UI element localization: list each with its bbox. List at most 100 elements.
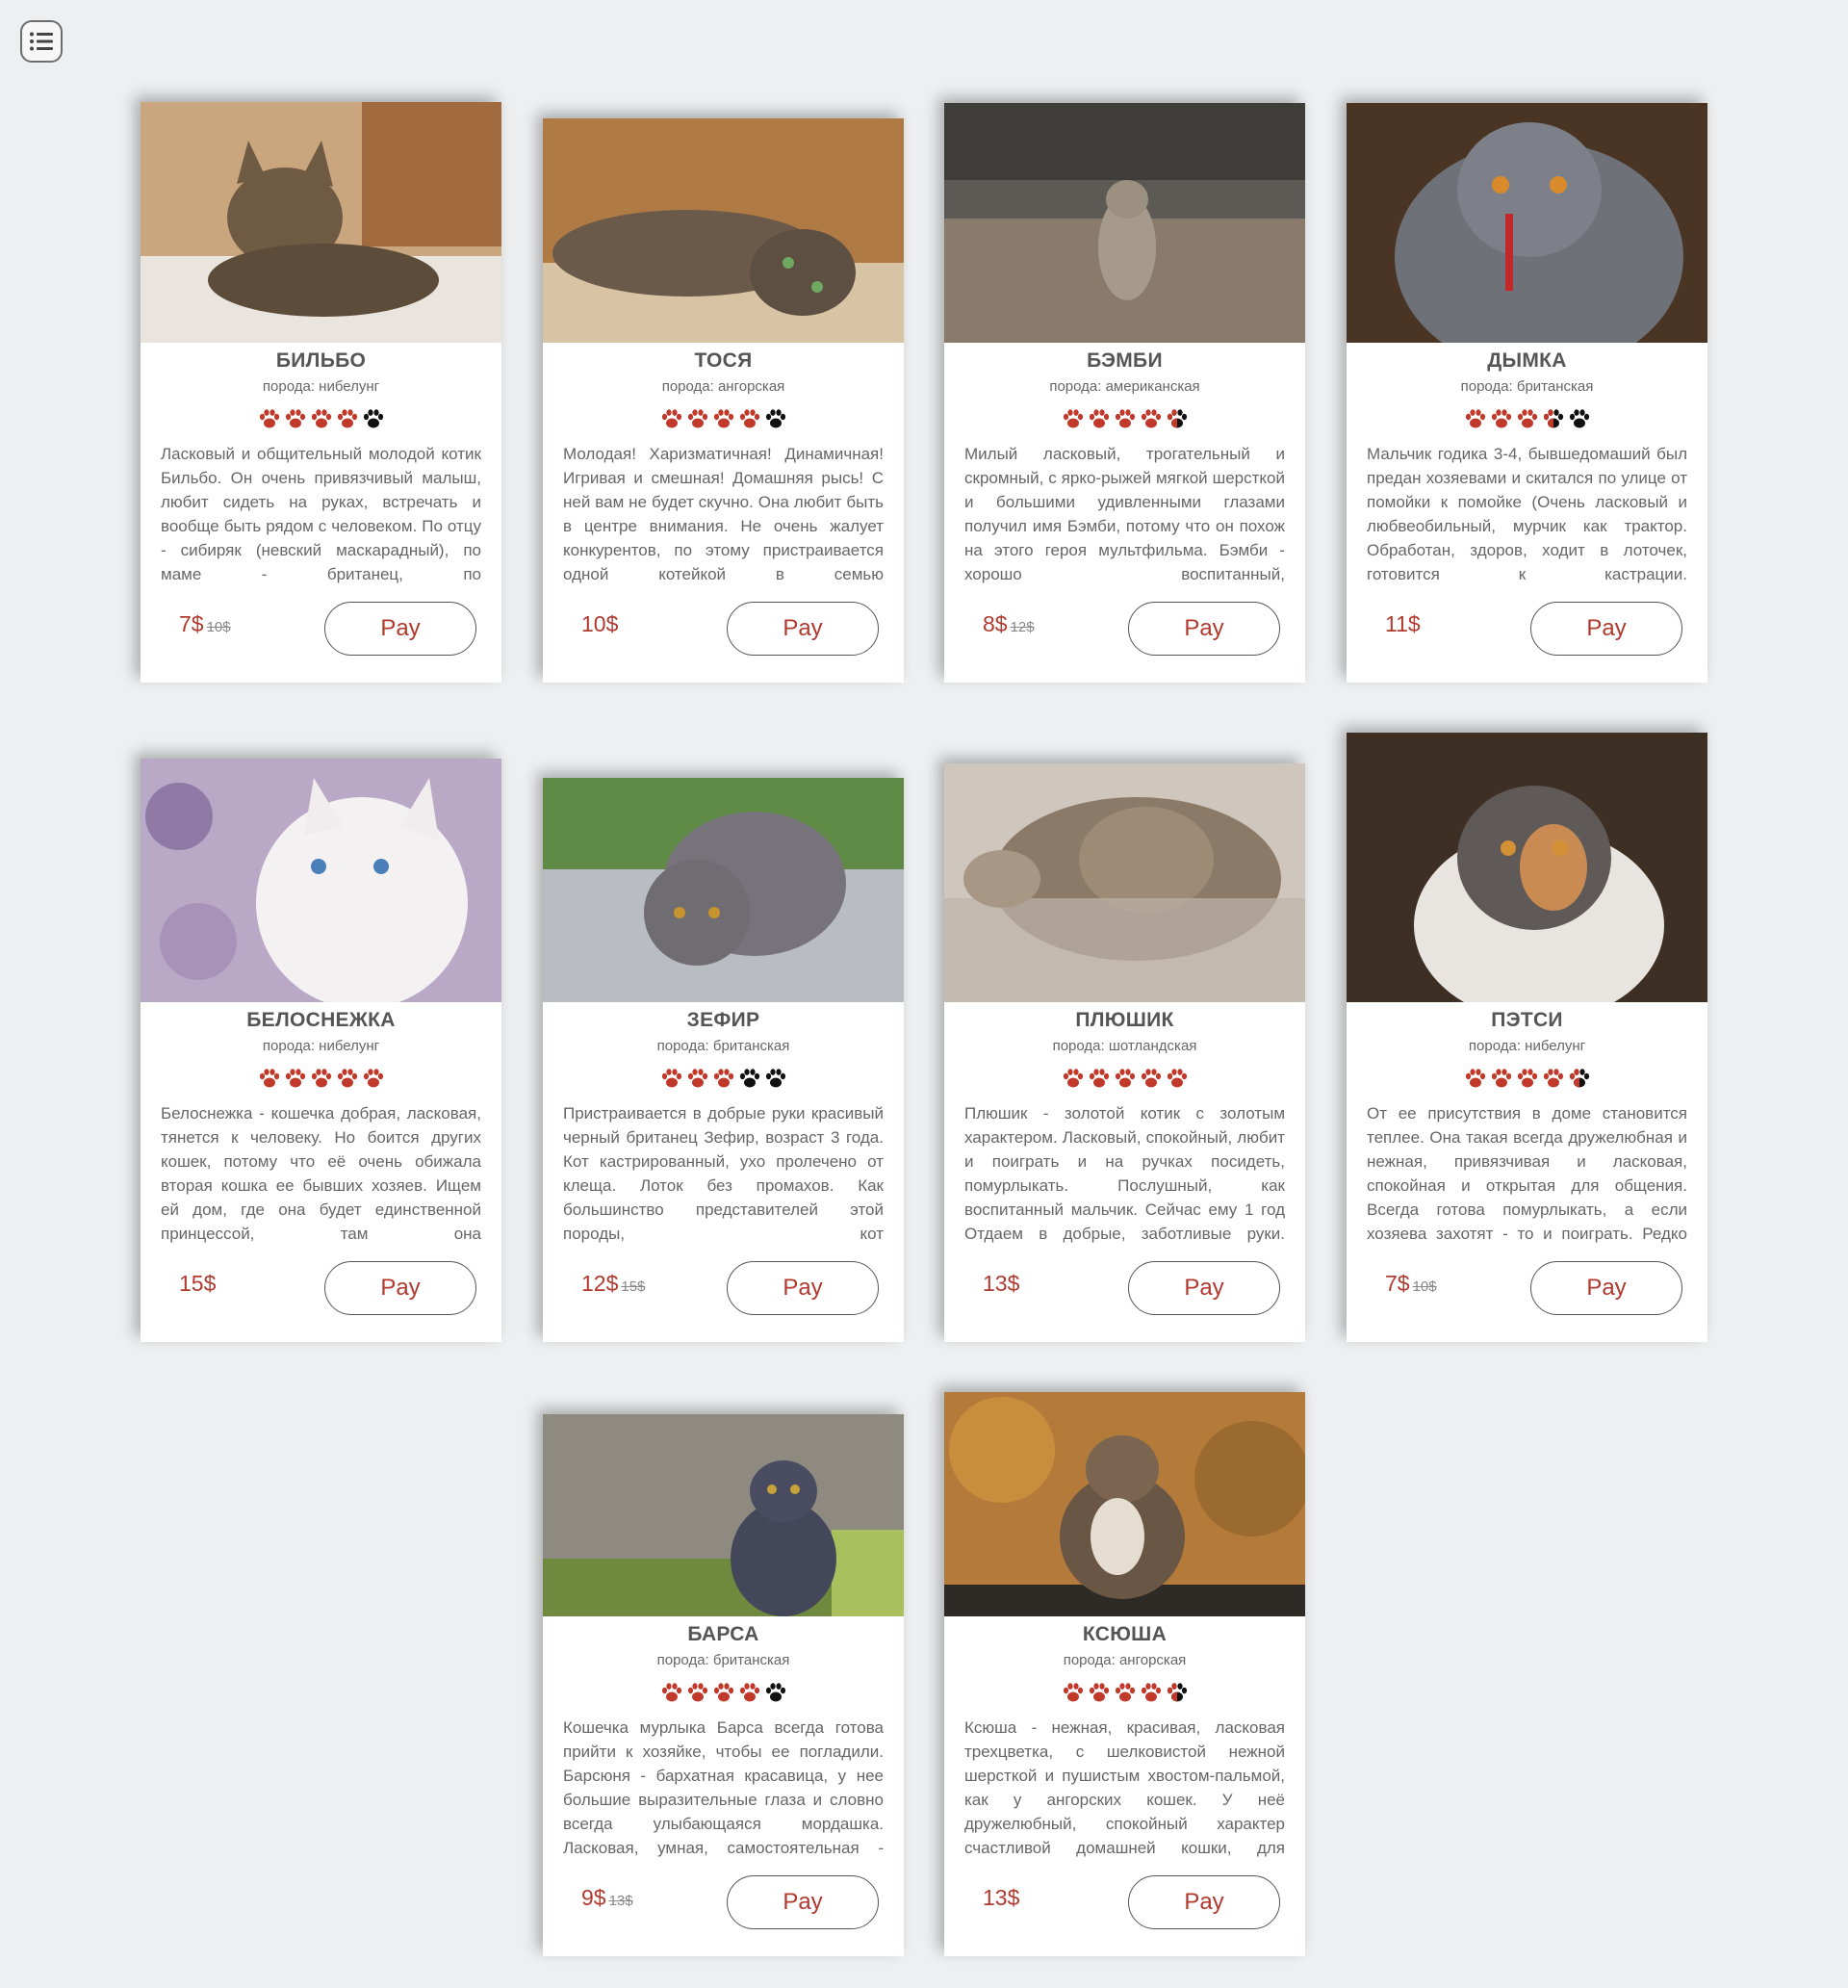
cat-card: ПЭТСИ порода: нибелунг От ее присутствия… xyxy=(1347,733,1707,1342)
cat-photo xyxy=(944,1392,1305,1616)
paw-icon xyxy=(1491,1069,1511,1088)
pay-button[interactable]: Pay xyxy=(727,1875,879,1929)
pay-button[interactable]: Pay xyxy=(324,1261,476,1315)
paw-icon xyxy=(1063,1069,1083,1088)
price: 13$ xyxy=(983,1270,1022,1301)
paw-icon xyxy=(1063,409,1083,428)
paw-icon xyxy=(1167,1069,1187,1088)
paw-icon xyxy=(285,1069,305,1088)
price: 10$ xyxy=(581,610,621,641)
paw-icon xyxy=(1517,1069,1537,1088)
price: 12$ 15$ xyxy=(581,1270,645,1301)
cat-breed: порода: нибелунг xyxy=(262,378,380,395)
cat-photo xyxy=(543,1414,904,1616)
paw-icon xyxy=(363,409,383,428)
cat-description: Ксюша - нежная, красивая, ласковая трехц… xyxy=(964,1718,1285,1857)
cat-card: БЕЛОСНЕЖКА порода: нибелунг Белоснежка -… xyxy=(141,759,501,1342)
menu-button[interactable] xyxy=(20,20,63,63)
cat-card: ТОСЯ порода: ангорская Молодая! Харизмат… xyxy=(543,118,904,683)
rating-paws xyxy=(141,408,501,431)
current-price: 12$ xyxy=(581,1271,619,1296)
rating-paws xyxy=(944,1682,1305,1705)
paw-icon xyxy=(311,1069,331,1088)
cat-description: Плюшик - золотой котик с золотым характе… xyxy=(964,1104,1285,1243)
paw-icon xyxy=(1465,409,1485,428)
paw-icon xyxy=(1167,1683,1187,1702)
paw-icon xyxy=(1167,409,1187,428)
pay-button[interactable]: Pay xyxy=(1128,1261,1280,1315)
rating-paws xyxy=(1347,1068,1707,1091)
pay-button[interactable]: Pay xyxy=(727,602,879,656)
paw-icon xyxy=(739,1069,759,1088)
paw-icon xyxy=(259,409,279,428)
cat-photo xyxy=(543,778,904,1002)
cat-photo xyxy=(944,763,1305,1002)
cat-card: БЭМБИ порода: американская Милый ласковы… xyxy=(944,103,1305,683)
cat-description: Мальчик годика 3-4, бывшедомаший был пре… xyxy=(1367,445,1687,583)
price: 13$ xyxy=(983,1884,1022,1915)
paw-icon xyxy=(687,1683,707,1702)
pay-button[interactable]: Pay xyxy=(1530,1261,1682,1315)
pay-button[interactable]: Pay xyxy=(1530,602,1682,656)
cat-card: КСЮША порода: ангорская Ксюша - нежная, … xyxy=(944,1392,1305,1956)
cat-photo xyxy=(141,102,501,343)
paw-icon xyxy=(687,1069,707,1088)
cat-name: БЕЛОСНЕЖКА xyxy=(246,1009,396,1031)
paw-icon xyxy=(739,1683,759,1702)
list-icon xyxy=(30,32,53,51)
cat-card: ПЛЮШИК порода: шотландская Плюшик - золо… xyxy=(944,763,1305,1342)
paw-icon xyxy=(1115,1683,1135,1702)
paw-icon xyxy=(713,1683,733,1702)
cat-description: Молодая! Харизматичная! Динамичная! Игри… xyxy=(563,445,884,583)
cat-name: ПЛЮШИК xyxy=(1075,1009,1174,1031)
price: 7$ 10$ xyxy=(1385,1270,1437,1301)
paw-icon xyxy=(739,409,759,428)
current-price: 10$ xyxy=(581,611,619,636)
pay-button[interactable]: Pay xyxy=(324,602,476,656)
cat-name: КСЮША xyxy=(1082,1623,1168,1645)
paw-icon xyxy=(1089,409,1109,428)
rating-paws xyxy=(944,1068,1305,1091)
rating-paws xyxy=(543,1068,904,1091)
paw-icon xyxy=(1141,1069,1161,1088)
price: 11$ xyxy=(1385,610,1424,641)
price: 7$ 10$ xyxy=(179,610,231,641)
cat-breed: порода: нибелунг xyxy=(262,1038,380,1054)
old-price: 10$ xyxy=(206,619,231,635)
paw-icon xyxy=(1089,1069,1109,1088)
current-price: 13$ xyxy=(983,1885,1020,1910)
cat-name: БАРСА xyxy=(687,1623,759,1645)
cat-photo xyxy=(1347,103,1707,343)
current-price: 8$ xyxy=(983,611,1008,636)
cat-photo xyxy=(944,103,1305,343)
old-price: 15$ xyxy=(621,1278,646,1295)
cat-name: БИЛЬБО xyxy=(275,349,367,372)
old-price: 13$ xyxy=(608,1893,633,1909)
pay-button[interactable]: Pay xyxy=(1128,602,1280,656)
paw-icon xyxy=(259,1069,279,1088)
paw-icon xyxy=(1465,1069,1485,1088)
cat-name: ЗЕФИР xyxy=(686,1009,760,1031)
paw-icon xyxy=(661,1683,681,1702)
pay-button[interactable]: Pay xyxy=(727,1261,879,1315)
cat-description: От ее присутствия в доме становится тепл… xyxy=(1367,1104,1687,1243)
current-price: 11$ xyxy=(1385,611,1421,636)
paw-icon xyxy=(1543,409,1563,428)
cat-card: БАРСА порода: британская Кошечка мурлыка… xyxy=(543,1414,904,1956)
paw-icon xyxy=(285,409,305,428)
cat-breed: порода: нибелунг xyxy=(1468,1038,1586,1054)
paw-icon xyxy=(1569,409,1589,428)
cat-name: ПЭТСИ xyxy=(1491,1009,1563,1031)
cat-photo xyxy=(543,118,904,343)
paw-icon xyxy=(1141,1683,1161,1702)
old-price: 10$ xyxy=(1412,1278,1437,1295)
cat-breed: порода: британская xyxy=(656,1652,790,1668)
paw-icon xyxy=(765,409,785,428)
paw-icon xyxy=(1063,1683,1083,1702)
cat-name: ДЫМКА xyxy=(1487,349,1567,372)
pay-button[interactable]: Pay xyxy=(1128,1875,1280,1929)
paw-icon xyxy=(337,1069,357,1088)
cat-photo xyxy=(141,759,501,1002)
cat-description: Пристраивается в добрые руки красивый че… xyxy=(563,1104,884,1243)
cat-card: ДЫМКА порода: британская Мальчик годика … xyxy=(1347,103,1707,683)
